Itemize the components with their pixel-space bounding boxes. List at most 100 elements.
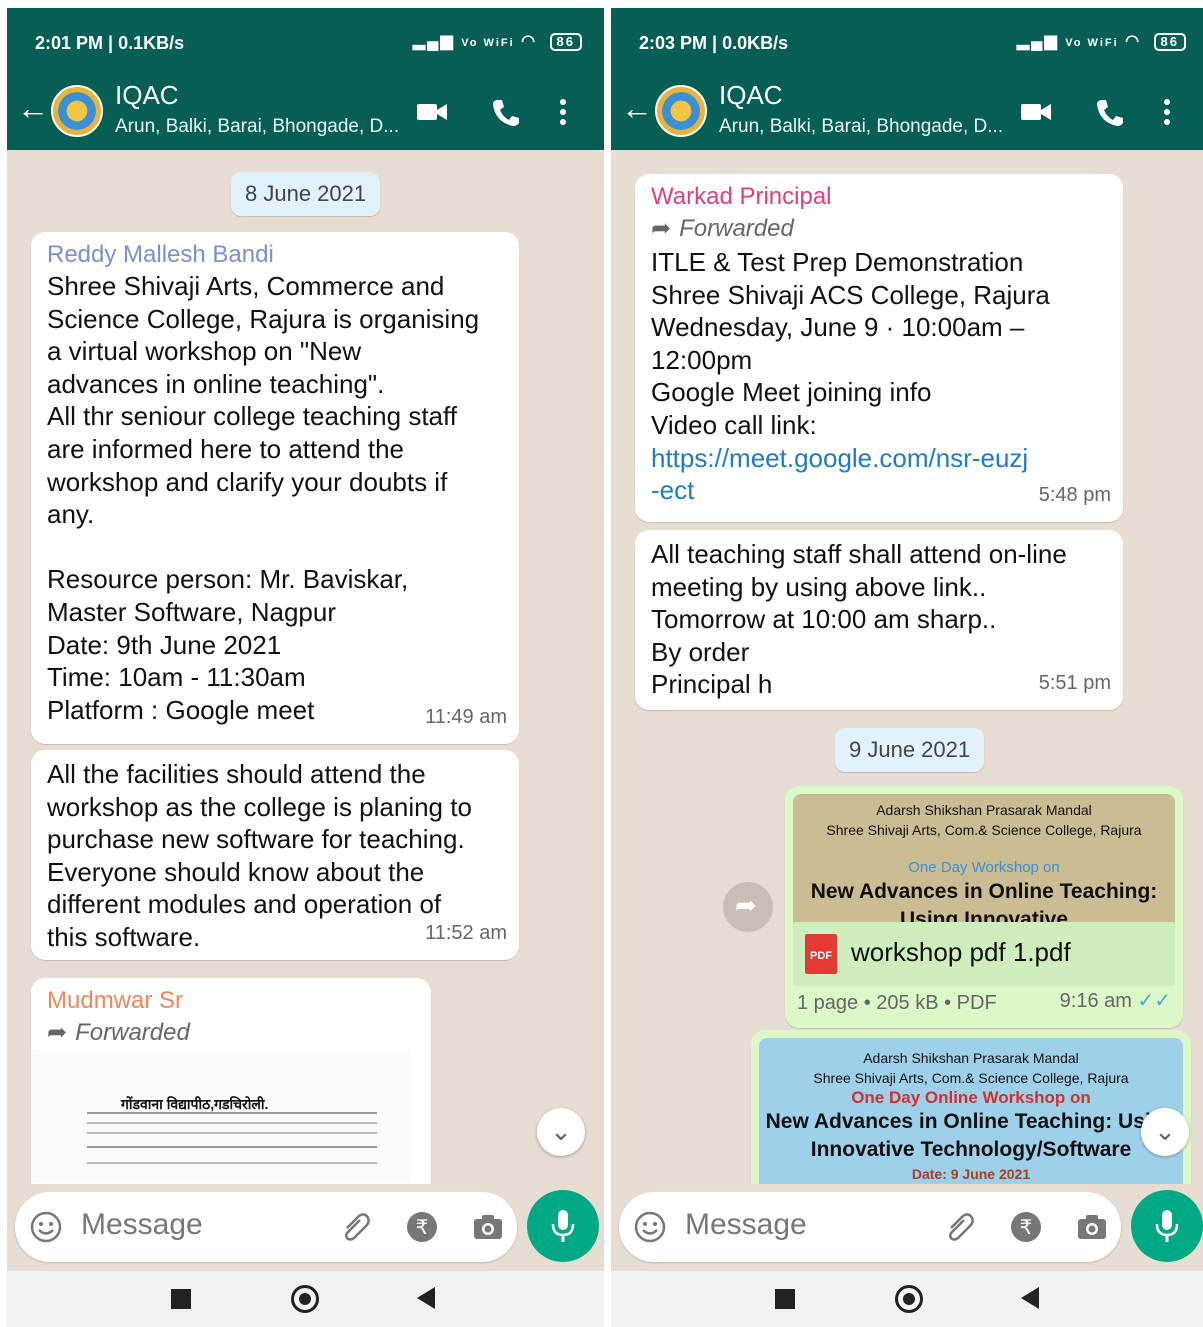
- thumb-title-2: Using Innovative Technology/Software: [899, 908, 1069, 922]
- group-title[interactable]: IQAC: [719, 80, 783, 111]
- pdf-file-row[interactable]: PDF workshop pdf 1.pdf: [793, 922, 1175, 986]
- group-title[interactable]: IQAC: [115, 80, 179, 111]
- scroll-down-button[interactable]: ⌄: [537, 1108, 585, 1156]
- forward-button[interactable]: ➦: [723, 882, 773, 932]
- right-screenshot: 2:03 PM | 0.0KB/s ▂▄▆ Vo WiFi ◠ 86 ← IQA…: [611, 8, 1203, 1327]
- message-bubble[interactable]: All teaching staff shall attend on-line …: [635, 530, 1123, 710]
- left-screenshot: 2:01 PM | 0.1KB/s ▂▄▆ Vo WiFi ◠ 86 ← IQA…: [7, 8, 604, 1327]
- message-input[interactable]: Message: [685, 1208, 807, 1242]
- back-button[interactable]: [417, 1287, 435, 1309]
- voice-message-button[interactable]: [1131, 1190, 1203, 1262]
- mic-icon: [551, 1210, 575, 1242]
- battery-icon: 86: [1153, 33, 1186, 51]
- pdf-thumbnail[interactable]: Adarsh Shikshan Prasarak Mandal Shree Sh…: [759, 1038, 1183, 1184]
- payment-icon[interactable]: ₹: [405, 1210, 439, 1244]
- forward-arrow-icon: ➦: [651, 215, 672, 242]
- network-icon: ▂▄▆: [412, 33, 455, 50]
- back-button[interactable]: [1021, 1287, 1039, 1309]
- message-bubble[interactable]: All the facilities should attend the wor…: [31, 750, 519, 960]
- forwarded-label: ➦ Forwarded: [651, 215, 794, 242]
- thumb-date: Date: 9 June 2021: [911, 1166, 1031, 1182]
- message-input-bar: Message ₹: [611, 1184, 1203, 1271]
- thumb-subtitle: One Day Workshop on: [908, 859, 1060, 876]
- battery-icon: 86: [549, 33, 582, 51]
- message-field[interactable]: Message ₹: [15, 1192, 517, 1262]
- recents-button[interactable]: [171, 1289, 191, 1309]
- message-field[interactable]: Message ₹: [619, 1192, 1121, 1262]
- voice-call-icon[interactable]: [489, 96, 523, 128]
- attach-icon[interactable]: [943, 1210, 977, 1244]
- message-time: 11:52 am: [425, 922, 507, 945]
- back-arrow-icon[interactable]: ←: [17, 90, 49, 127]
- forward-arrow-icon: ➦: [47, 1019, 68, 1046]
- pdf-thumbnail[interactable]: Adarsh Shikshan Prasarak Mandal Shree Sh…: [793, 794, 1175, 922]
- voice-message-button[interactable]: [527, 1190, 599, 1262]
- video-call-icon[interactable]: [1019, 96, 1053, 128]
- chat-header: ← IQAC Arun, Balki, Barai, Bhongade, D..…: [7, 76, 604, 150]
- message-bubble[interactable]: Reddy Mallesh Bandi Shree Shivaji Arts, …: [31, 232, 519, 744]
- voice-call-icon[interactable]: [1093, 96, 1127, 128]
- thumb-college: Shree Shivaji Arts, Com.& Science Colleg…: [813, 1070, 1129, 1086]
- status-time: 2:03 PM | 0.0KB/s: [639, 33, 789, 53]
- chat-area[interactable]: Warkad Principal ➦ Forwarded ITLE & Test …: [611, 150, 1203, 1184]
- more-options-icon[interactable]: [1157, 96, 1177, 128]
- wifi-icon: ◠: [1125, 33, 1142, 50]
- message-input-bar: Message ₹: [7, 1184, 604, 1271]
- status-bar: 2:01 PM | 0.1KB/s ▂▄▆ Vo WiFi ◠ 86: [7, 8, 604, 76]
- status-icons: ▂▄▆ Vo WiFi ◠ 86: [413, 31, 582, 51]
- home-button[interactable]: [291, 1285, 319, 1313]
- document-message[interactable]: Adarsh Shikshan Prasarak Mandal Shree Sh…: [785, 786, 1183, 1028]
- group-avatar[interactable]: [51, 85, 103, 137]
- recents-button[interactable]: [775, 1289, 795, 1309]
- pdf-meta: 1 page • 205 kB • PDF: [797, 992, 997, 1015]
- status-icons: ▂▄▆ Vo WiFi ◠ 86: [1017, 31, 1186, 51]
- status-bar: 2:03 PM | 0.0KB/s ▂▄▆ Vo WiFi ◠ 86: [611, 8, 1203, 76]
- sender-name[interactable]: Mudmwar Sr: [47, 986, 415, 1016]
- document-image[interactable]: गोंडवाना विद्यापीठ,गडचिरोली.: [31, 1050, 411, 1182]
- chat-area[interactable]: 8 June 2021 Reddy Mallesh Bandi Shree Sh…: [7, 150, 604, 1184]
- document-heading: गोंडवाना विद्यापीठ,गडचिरोली.: [121, 1096, 269, 1112]
- attach-icon[interactable]: [339, 1210, 373, 1244]
- svg-text:₹: ₹: [1020, 1215, 1033, 1239]
- pdf-icon: PDF: [805, 934, 837, 974]
- thumb-title-2: Innovative Technology/Software: [810, 1138, 1132, 1161]
- group-members[interactable]: Arun, Balki, Barai, Bhongade, D...: [115, 116, 399, 138]
- group-avatar[interactable]: [655, 85, 707, 137]
- forward-arrow-icon: ➦: [735, 890, 757, 920]
- message-input[interactable]: Message: [81, 1208, 203, 1242]
- network-icon: ▂▄▆: [1016, 33, 1059, 50]
- chevron-double-down-icon: ⌄: [550, 1116, 572, 1146]
- message-time: 5:48 pm: [1038, 484, 1111, 507]
- emoji-icon[interactable]: [633, 1210, 667, 1244]
- status-time: 2:01 PM | 0.1KB/s: [35, 33, 185, 53]
- home-button[interactable]: [895, 1285, 923, 1313]
- date-chip: 8 June 2021: [231, 172, 381, 216]
- svg-text:₹: ₹: [416, 1215, 429, 1239]
- system-nav-bar: [611, 1271, 1203, 1327]
- thumb-subtitle: One Day Online Workshop on: [851, 1088, 1091, 1107]
- payment-icon[interactable]: ₹: [1009, 1210, 1043, 1244]
- chevron-double-down-icon: ⌄: [1154, 1116, 1176, 1146]
- thumb-title: New Advances in Online Teaching: Using: [765, 1110, 1177, 1133]
- camera-icon[interactable]: [1075, 1210, 1109, 1244]
- message-time: 11:49 am: [425, 706, 507, 729]
- more-options-icon[interactable]: [553, 96, 573, 128]
- message-time: 5:51 pm: [1038, 672, 1111, 695]
- forwarded-label: ➦ Forwarded: [47, 1019, 190, 1046]
- camera-icon[interactable]: [471, 1210, 505, 1244]
- video-call-icon[interactable]: [415, 96, 449, 128]
- sender-name[interactable]: Reddy Mallesh Bandi: [47, 240, 503, 270]
- pdf-filename: workshop pdf 1.pdf: [851, 937, 1071, 967]
- group-members[interactable]: Arun, Balki, Barai, Bhongade, D...: [719, 116, 1003, 138]
- emoji-icon[interactable]: [29, 1210, 63, 1244]
- message-bubble[interactable]: Warkad Principal ➦ Forwarded ITLE & Test …: [635, 174, 1123, 522]
- document-message[interactable]: Adarsh Shikshan Prasarak Mandal Shree Sh…: [751, 1030, 1191, 1184]
- thumb-org: Adarsh Shikshan Prasarak Mandal: [863, 1050, 1079, 1066]
- message-bubble[interactable]: Mudmwar Sr ➦ Forwarded गोंडवाना विद्यापीठ…: [31, 978, 431, 1184]
- message-time: 9:16 am ✓✓: [1059, 990, 1171, 1013]
- thumb-org: Adarsh Shikshan Prasarak Mandal: [876, 802, 1092, 818]
- scroll-down-button[interactable]: ⌄: [1141, 1108, 1189, 1156]
- vowifi-icon: Vo WiFi: [1065, 37, 1119, 49]
- back-arrow-icon[interactable]: ←: [621, 90, 653, 127]
- sender-name[interactable]: Warkad Principal: [651, 182, 1107, 212]
